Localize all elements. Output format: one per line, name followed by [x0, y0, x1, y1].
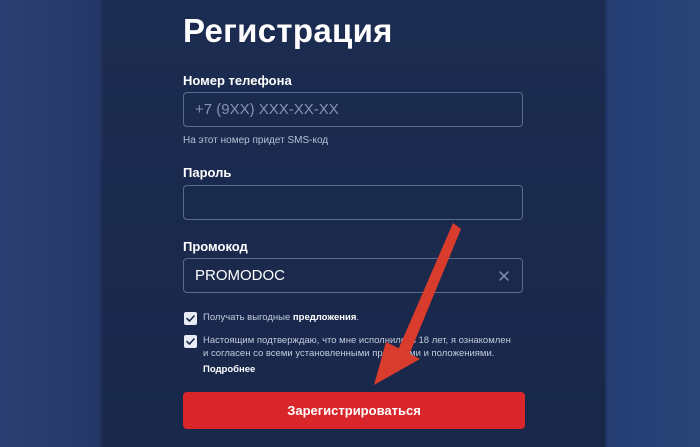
terms-line-2: и согласен со всеми установленными прави… [203, 347, 495, 359]
offers-suffix: . [356, 312, 360, 323]
phone-input[interactable] [184, 93, 522, 126]
promo-input[interactable] [184, 259, 522, 292]
register-button[interactable]: Зарегистрироваться [183, 392, 525, 429]
offers-checkbox[interactable] [184, 312, 197, 325]
checkmark-icon [186, 315, 195, 322]
terms-label: Настоящим подтверждаю, что мне исполнило… [203, 335, 511, 360]
clear-icon[interactable] [496, 268, 512, 284]
phone-label: Номер телефона [183, 73, 292, 88]
promo-field-wrapper [183, 258, 523, 293]
registration-panel [103, 0, 605, 447]
offers-label: Получать выгодные предложения. [203, 312, 359, 325]
promo-label: Промокод [183, 239, 248, 254]
phone-field-wrapper [183, 92, 523, 127]
password-input[interactable] [184, 186, 522, 219]
offers-text: Получать выгодные [203, 312, 293, 323]
checkmark-icon [186, 338, 195, 345]
more-link[interactable]: Подробнее [203, 364, 255, 375]
password-field-wrapper [183, 185, 523, 220]
page-title: Регистрация [183, 12, 393, 49]
offers-link[interactable]: предложения [293, 312, 356, 323]
password-label: Пароль [183, 165, 232, 180]
terms-checkbox[interactable] [184, 335, 197, 348]
phone-hint: На этот номер придет SMS-код [183, 135, 329, 146]
terms-line-1: Настоящим подтверждаю, что мне исполнило… [203, 335, 511, 346]
